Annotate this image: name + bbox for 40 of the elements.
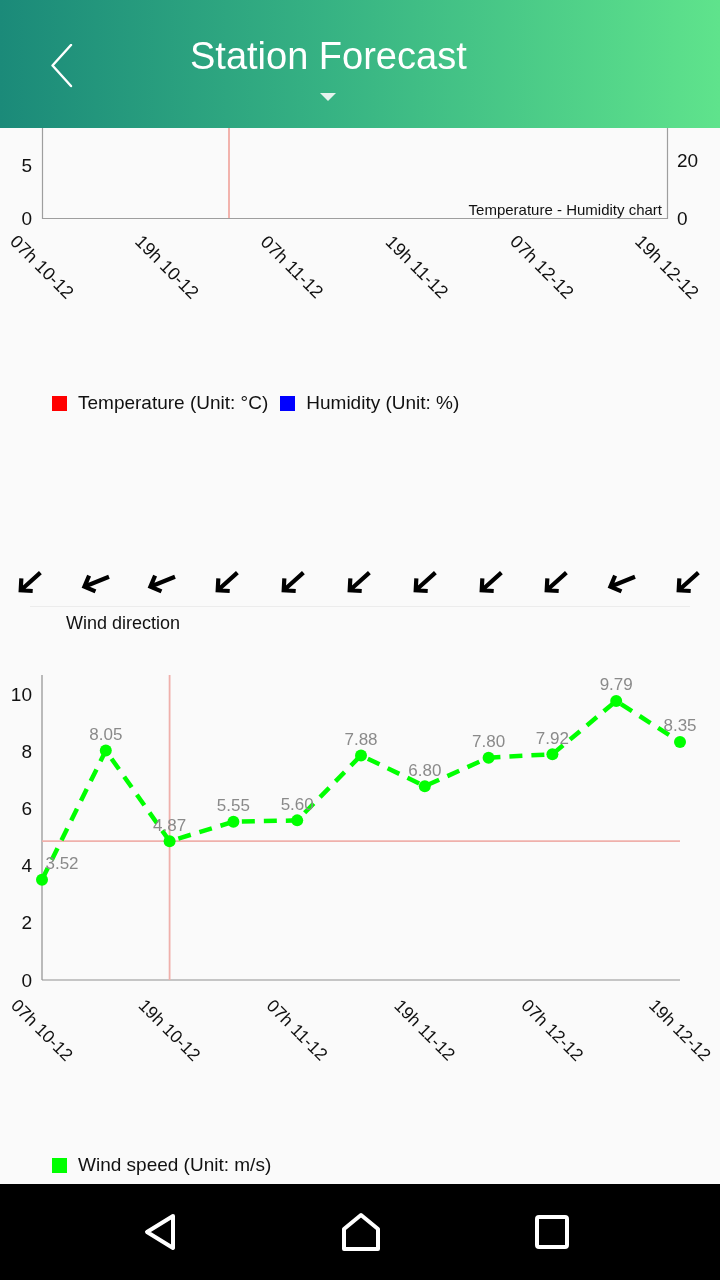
legend-label: Wind speed (Unit: m/s) [78,1153,272,1177]
data-label: 5.60 [280,794,314,814]
data-label: 5.55 [216,796,250,816]
data-point [227,815,240,828]
wind-direction-label: Wind direction [66,612,181,634]
data-label: 8.35 [663,716,697,736]
chart-caption: Temperature - Humidity chart [468,200,662,218]
data-label: 7.92 [535,728,569,748]
y-tick-label: 6 [21,798,32,820]
y-tick-label: 0 [21,207,32,229]
data-label: 7.88 [344,729,378,749]
y-tick-label: 2 [21,912,32,934]
home-icon[interactable] [341,1212,381,1252]
data-point [610,694,623,707]
back-icon[interactable] [143,1213,177,1251]
data-point [418,780,431,793]
data-label: 7.80 [472,732,506,752]
data-label: 3.52 [45,854,79,874]
y-tick-label: 10 [10,684,32,706]
legend-label: Temperature (Unit: °C) [78,391,269,415]
y-tick-label: 0 [21,969,32,991]
data-point [355,749,367,762]
data-label: 9.79 [599,675,633,695]
data-point [36,873,48,886]
y-tick-label: 0 [677,207,688,229]
data-point [163,835,176,848]
legend-label: Humidity (Unit: %) [306,391,460,415]
y-tick-label: 20 [677,149,699,171]
y-tick-label: 5 [21,154,32,176]
data-point [99,744,112,757]
data-label: 6.80 [408,760,442,780]
data-point [291,814,304,827]
y-tick-label: 8 [21,741,32,763]
data-label: 8.05 [89,725,123,745]
data-point [674,736,686,748]
data-point [546,748,559,761]
screen-title: Station Forecast [190,34,467,78]
y-tick-label: 4 [21,855,32,877]
data-point [482,751,495,764]
square-icon[interactable] [535,1215,569,1249]
